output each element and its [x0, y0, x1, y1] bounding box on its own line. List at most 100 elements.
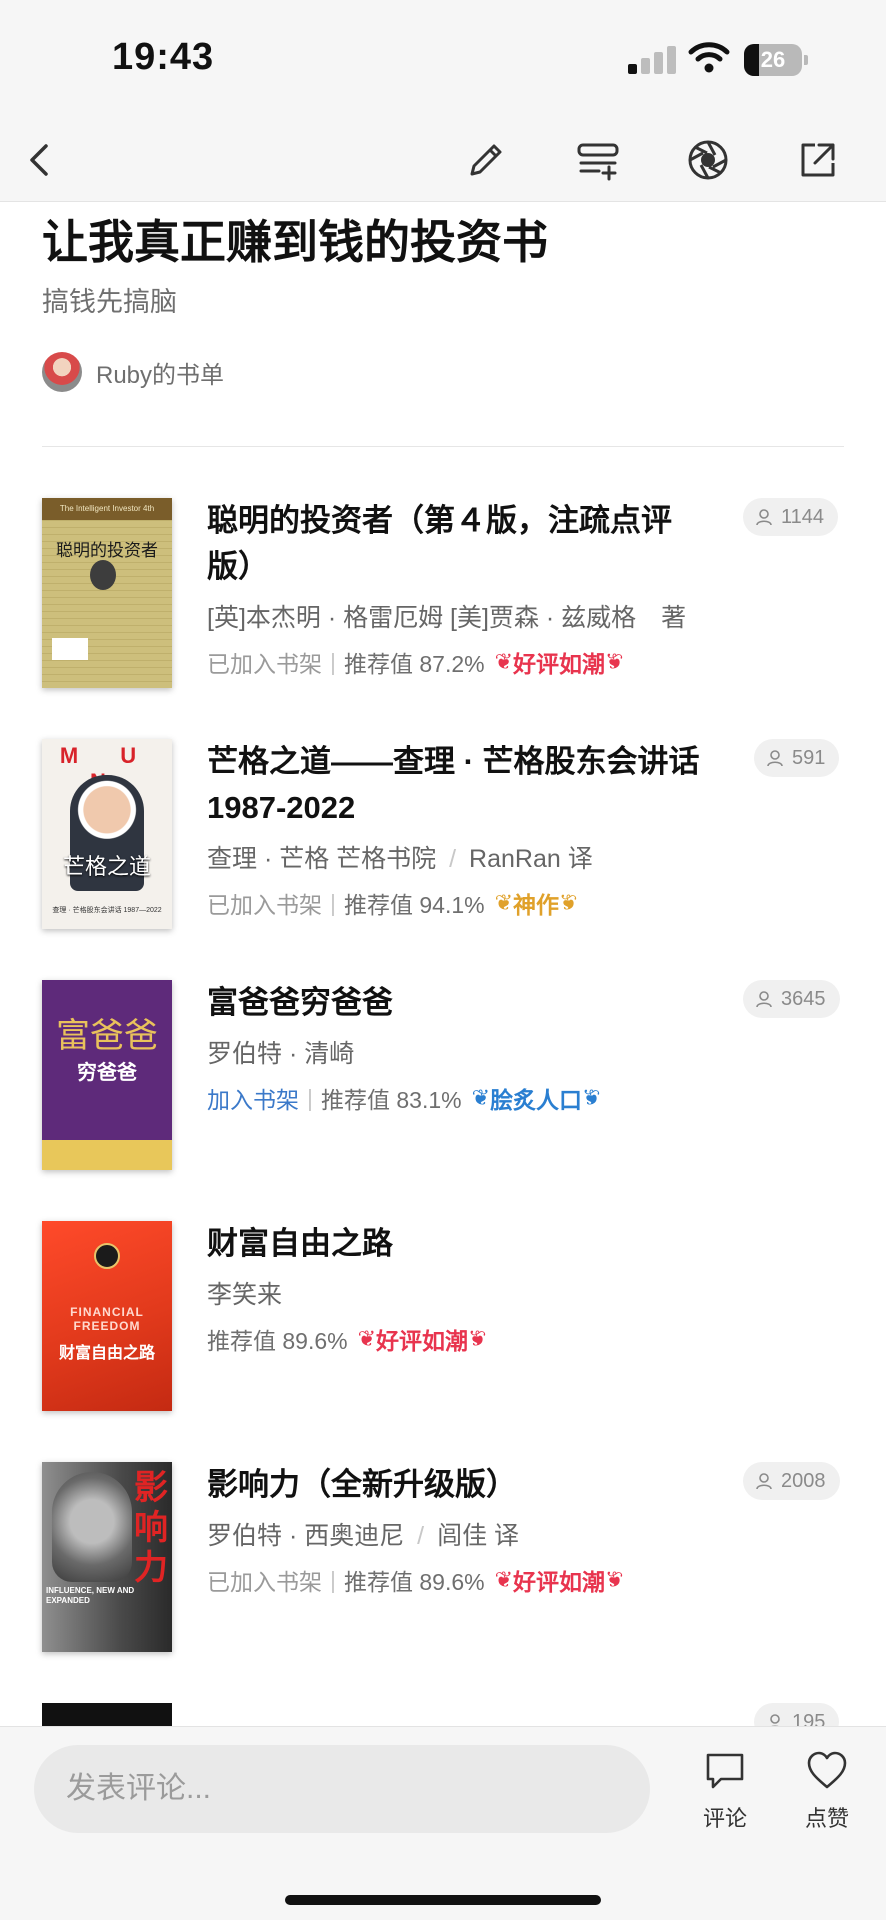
laurel-left-icon: ❦ [357, 1326, 377, 1351]
edit-button[interactable] [456, 130, 516, 190]
book-translator: RanRan 译 [469, 845, 593, 873]
cover-top-text: The Intelligent Investor 4th [42, 498, 172, 520]
comment-input[interactable]: 发表评论... [34, 1745, 650, 1833]
shelf-status[interactable]: 已加入书架 [207, 886, 322, 920]
badge-label: 神作 [513, 892, 560, 918]
book-item[interactable]: 富爸爸 穷爸爸 富爸爸穷爸爸 罗伯特 · 清崎 加入书架 | 推荐值 83.1%… [0, 952, 886, 1192]
like-label: 点赞 [804, 1806, 849, 1831]
laurel-left-icon: ❦ [494, 890, 514, 915]
book-item[interactable]: 影响力 INFLUENCE, NEW AND EXPANDED 影响力（全新升级… [0, 1434, 886, 1674]
book-item[interactable]: FINANCIAL FREEDOM 财富自由之路 财富自由之路 李笑来 推荐值 … [0, 1193, 886, 1433]
book-title: 聪明的投资者（第４版，注疏点评版） [207, 503, 672, 584]
share-external-icon [801, 143, 835, 177]
shelf-status[interactable]: 已加入书架 [207, 1563, 322, 1597]
laurel-right-icon: ❦ [559, 890, 578, 915]
laurel-left-icon: ❦ [494, 1567, 514, 1592]
translator-separator: / [417, 1522, 425, 1550]
heart-icon [807, 1751, 847, 1789]
rating-badge: ❦ 好评如潮 ❦ [495, 1563, 624, 1597]
cover-title-text: 聪明的投资者 [56, 541, 158, 561]
cellular-signal-icon [628, 46, 676, 74]
shelf-status[interactable]: 已加入书架 [207, 645, 322, 679]
divider [42, 446, 844, 447]
book-author: [英]本杰明 · 格雷厄姆 [美]贾森 · 兹威格 著 [207, 604, 687, 632]
cover-en-text: FINANCIAL FREEDOM [70, 1305, 144, 1333]
home-indicator [285, 1895, 601, 1905]
book-author-name: 查理 · 芒格 芒格书院 [207, 845, 437, 873]
pencil-icon [470, 144, 502, 176]
aperture-button[interactable] [678, 130, 738, 190]
aperture-icon [688, 140, 728, 180]
book-author: 查理 · 芒格 芒格书院 / RanRan 译 [207, 839, 593, 875]
person-icon [756, 1473, 772, 1490]
laurel-right-icon: ❦ [605, 649, 624, 674]
meta-separator: | [330, 648, 336, 675]
reader-count: 3645 [781, 987, 826, 1010]
share-button[interactable] [788, 130, 848, 190]
book-translator: 闾佳 译 [437, 1522, 520, 1550]
laurel-right-icon: ❦ [468, 1326, 487, 1351]
like-button[interactable]: 点赞 [792, 1749, 862, 1833]
rating-badge: ❦ 神作 ❦ [495, 886, 578, 920]
bottom-bar: 发表评论... 评论 点赞 [0, 1726, 886, 1920]
comment-label: 评论 [702, 1806, 747, 1831]
author-name: Ruby的书单 [96, 361, 225, 389]
badge-label: 好评如潮 [376, 1328, 469, 1354]
book-title: 富爸爸穷爸爸 [207, 985, 393, 1020]
book-author-name: 罗伯特 · 西奥迪尼 [207, 1522, 405, 1550]
book-item[interactable]: M U N 芒格之道 查理 · 芒格股东会讲话 1987—2022 芒格之道——… [0, 711, 886, 951]
book-author: 李笑来 [207, 1281, 283, 1309]
book-title: 财富自由之路 [207, 1226, 393, 1261]
recommend-value: 推荐值 83.1% [320, 1087, 462, 1113]
top-nav-bar [0, 120, 886, 202]
badge-label: 好评如潮 [513, 651, 606, 677]
battery-icon: 26 [744, 44, 808, 76]
recommend-value: 推荐值 89.6% [343, 1569, 485, 1595]
cover-en-text: INFLUENCE, NEW AND EXPANDED [46, 1586, 135, 1605]
cover-bottom-text: 查理 · 芒格股东会讲话 1987—2022 [52, 907, 162, 914]
laurel-left-icon: ❦ [494, 649, 514, 674]
avatar [42, 352, 82, 392]
booklist-subtitle: 搞钱先搞脑 [42, 287, 177, 317]
reader-count: 591 [792, 746, 826, 769]
translator-separator: / [449, 845, 457, 873]
comment-icon [706, 1753, 744, 1789]
book-cover: 富爸爸 穷爸爸 [42, 980, 172, 1170]
comment-button[interactable]: 评论 [690, 1749, 760, 1833]
badge-label: 脍炙人口 [490, 1087, 583, 1113]
person-icon [756, 509, 772, 526]
recommend-value: 推荐值 94.1% [343, 892, 485, 918]
reader-count: 2008 [781, 1469, 826, 1492]
book-cover: 影响力 INFLUENCE, NEW AND EXPANDED [42, 1462, 172, 1652]
rating-badge: ❦ 脍炙人口 ❦ [472, 1081, 601, 1115]
laurel-right-icon: ❦ [582, 1085, 601, 1110]
reader-count-pill: 591 [754, 739, 840, 777]
meta-separator: | [330, 889, 336, 916]
meta-separator: | [330, 1566, 336, 1593]
battery-level: 26 [760, 47, 786, 72]
wifi-icon [688, 40, 730, 74]
book-meta: 已加入书架 | 推荐值 89.6% ❦ 好评如潮 ❦ [207, 1562, 623, 1598]
cover-title-text: 财富自由之路 [58, 1345, 155, 1362]
book-meta: 已加入书架 | 推荐值 87.2% ❦ 好评如潮 ❦ [207, 644, 623, 680]
status-bar: 19:43 26 [0, 0, 886, 120]
back-button[interactable] [10, 130, 70, 190]
person-icon [767, 750, 783, 767]
cover-title-text: 影响力 [134, 1469, 168, 1587]
laurel-right-icon: ❦ [605, 1567, 624, 1592]
add-to-shelf-link[interactable]: 加入书架 [207, 1081, 299, 1115]
meta-separator: | [307, 1084, 313, 1111]
book-meta: 推荐值 89.6% ❦ 好评如潮 ❦ [207, 1321, 486, 1357]
book-title: 影响力（全新升级版） [207, 1467, 517, 1502]
book-meta: 加入书架 | 推荐值 83.1% ❦ 脍炙人口 ❦ [207, 1080, 600, 1116]
book-author: 罗伯特 · 清崎 [207, 1040, 355, 1068]
recommend-value: 推荐值 87.2% [343, 651, 485, 677]
book-item[interactable]: The Intelligent Investor 4th 聪明的投资者 聪明的投… [0, 470, 886, 710]
badge-label: 好评如潮 [513, 1569, 606, 1595]
add-to-list-button[interactable] [568, 130, 628, 190]
playlist-add-icon [577, 143, 619, 181]
booklist-title: 让我真正赚到钱的投资书 [42, 215, 548, 269]
reader-count: 1144 [781, 505, 825, 528]
booklist-author[interactable]: Ruby的书单 [42, 352, 224, 392]
book-author: 罗伯特 · 西奥迪尼 / 闾佳 译 [207, 1516, 519, 1552]
